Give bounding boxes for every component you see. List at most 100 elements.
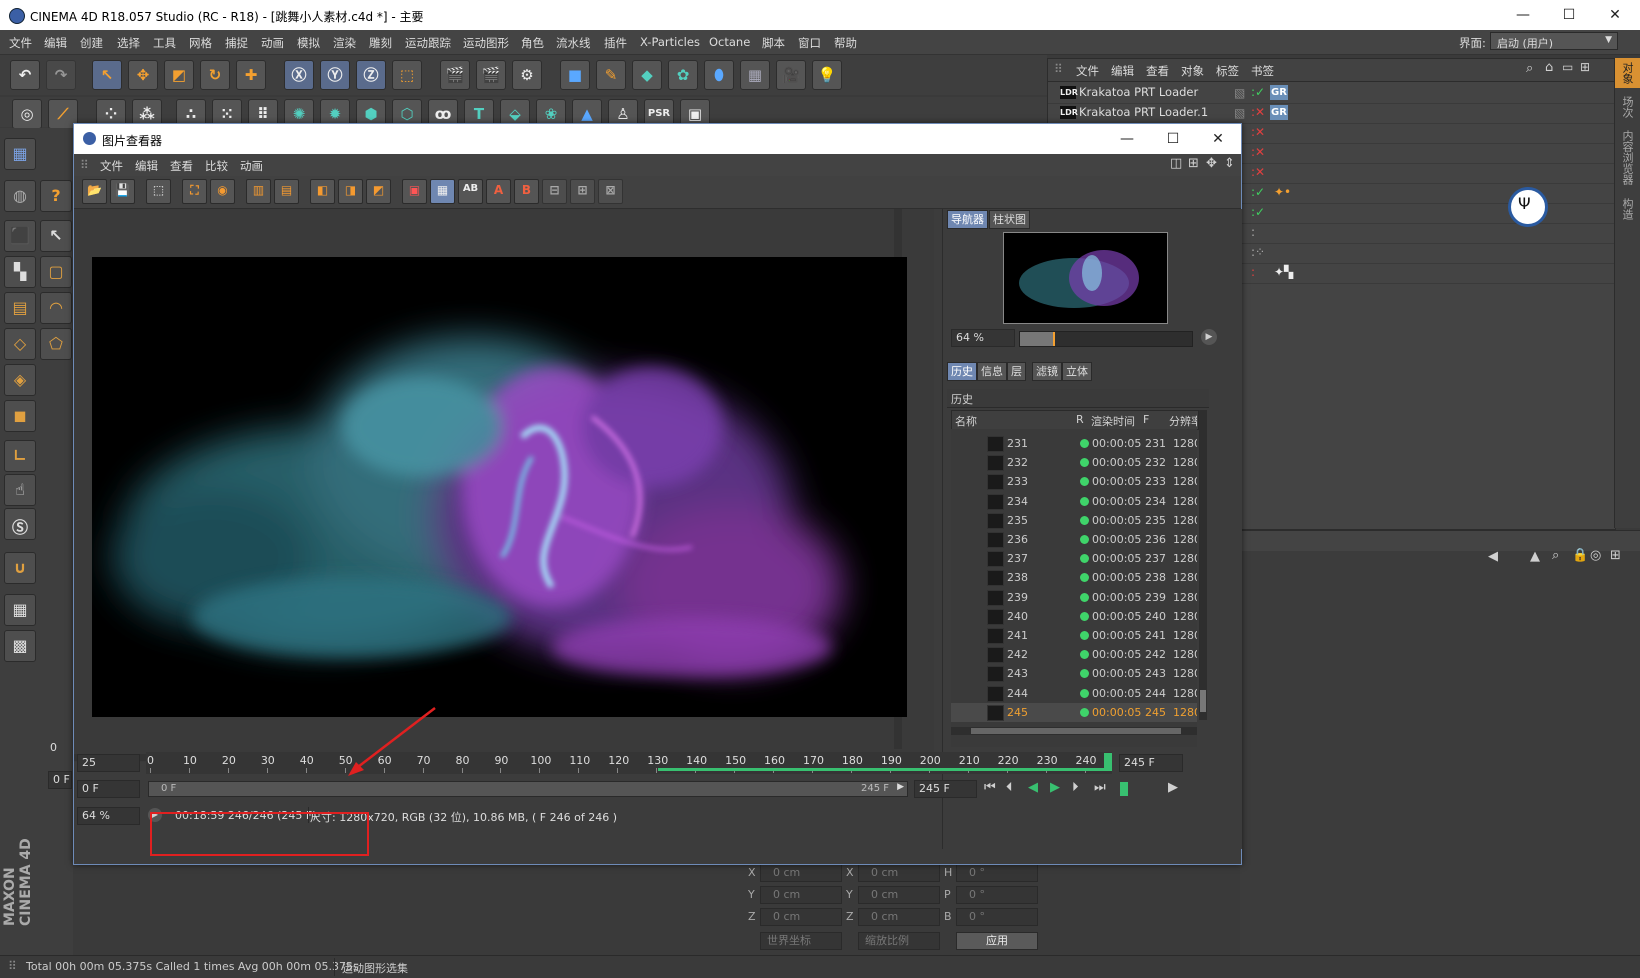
object-row[interactable]: LDR Krakatoa PRT Loader.1 ▧ :✕ GR: [1048, 103, 1615, 124]
menu-window[interactable]: 窗口: [798, 35, 821, 51]
menu-snap[interactable]: 捕捉: [225, 35, 248, 51]
menu-tools[interactable]: 工具: [153, 35, 176, 51]
lasso-select-icon[interactable]: ◠: [40, 292, 72, 324]
subdivision-surface-button[interactable]: ◆: [632, 60, 662, 90]
tab-stereo[interactable]: 立体: [1062, 362, 1092, 381]
live-select-button[interactable]: ↖: [92, 60, 122, 90]
new-window-icon[interactable]: ⊞: [1580, 60, 1590, 74]
menu-mograph[interactable]: 运动图形: [463, 35, 509, 51]
ab-icon[interactable]: AB: [458, 179, 483, 204]
loop-indicator[interactable]: [1120, 782, 1128, 796]
polygon-select-icon[interactable]: ⬠: [40, 328, 72, 360]
coord-mode-select[interactable]: 世界坐标: [760, 932, 842, 950]
tab-layers[interactable]: 层: [1007, 362, 1026, 381]
tab-content-browser[interactable]: 内容浏览器: [1619, 130, 1635, 185]
maximize-button[interactable]: ☐: [1546, 0, 1592, 30]
history-row[interactable]: 24100:00:052411280: [951, 626, 1197, 645]
size-z-field[interactable]: 0 cm: [858, 908, 940, 926]
timeline-ruler[interactable]: 0 10 20 30 40 50 60 70 80 90 100 110 120 130 140 150 160…: [146, 752, 1112, 774]
redo-button[interactable]: ↷: [46, 60, 76, 90]
menu-help[interactable]: 帮助: [834, 35, 857, 51]
size-x-field[interactable]: 0 cm: [858, 864, 940, 882]
start-frame-field[interactable]: 0 F: [77, 780, 140, 798]
up-arrow-icon[interactable]: ▲: [1530, 549, 1540, 564]
om-menu-file[interactable]: 文件: [1076, 63, 1099, 79]
home-icon[interactable]: ⌂: [1545, 60, 1553, 75]
history-row[interactable]: 24300:00:052431280: [951, 664, 1197, 683]
range-slider[interactable]: 0 F 245 F ▶: [148, 781, 908, 797]
history-row[interactable]: 24400:00:052441280: [951, 684, 1197, 703]
history-row[interactable]: 23800:00:052381280: [951, 568, 1197, 587]
fps-field[interactable]: 25: [77, 754, 140, 772]
render-view-button[interactable]: 🎬: [440, 60, 470, 90]
new-window-icon[interactable]: ⊞: [1610, 548, 1621, 563]
col-name[interactable]: 名称: [955, 413, 977, 429]
viewer-menu-compare[interactable]: 比较: [205, 158, 228, 174]
menu-pipeline[interactable]: 流水线: [556, 35, 591, 51]
rotate-tool-button[interactable]: ↻: [200, 60, 230, 90]
history-row[interactable]: 24000:00:052401280: [951, 607, 1197, 626]
frame-indicator-field[interactable]: 0 F: [48, 771, 72, 789]
help-icon[interactable]: ?: [40, 180, 72, 212]
set-a-icon[interactable]: A: [486, 179, 511, 204]
select-arrow-icon[interactable]: ↖: [40, 220, 72, 252]
pos-y-field[interactable]: 0 cm: [760, 886, 842, 904]
pos-z-field[interactable]: 0 cm: [760, 908, 842, 926]
deformer-button[interactable]: ⬮: [704, 60, 734, 90]
menu-octane[interactable]: Octane: [709, 35, 750, 49]
fullscreen-icon[interactable]: ⬚: [146, 179, 171, 204]
search-icon[interactable]: ⌕: [1552, 548, 1559, 563]
menu-mesh[interactable]: 网格: [189, 35, 212, 51]
history-row[interactable]: 23600:00:052361280: [951, 530, 1197, 549]
filter-icon[interactable]: ▭: [1562, 60, 1573, 74]
render-settings-button[interactable]: ⚙: [512, 60, 542, 90]
visibility-dots[interactable]: :⁘: [1251, 245, 1265, 259]
minimize-button[interactable]: —: [1500, 0, 1546, 30]
save-file-icon[interactable]: 💾: [110, 179, 135, 204]
camera-button[interactable]: 🎥: [776, 60, 806, 90]
swap-icon[interactable]: ⊟: [542, 179, 567, 204]
visibility-dots[interactable]: :✓: [1251, 185, 1265, 199]
z-axis-lock-button[interactable]: Ⓩ: [356, 60, 386, 90]
viewer-menu-file[interactable]: 文件: [100, 158, 123, 174]
scale-mode-select[interactable]: 缩放比例: [858, 932, 940, 950]
menu-simulate[interactable]: 模拟: [297, 35, 320, 51]
rot-p-field[interactable]: 0 °: [956, 886, 1038, 904]
size-y-field[interactable]: 0 cm: [858, 886, 940, 904]
navigator-zoom-slider[interactable]: [1019, 331, 1193, 347]
history-scroll-thumb[interactable]: [1200, 690, 1206, 712]
history-row[interactable]: 23200:00:052321280: [951, 453, 1197, 472]
timeline-playhead[interactable]: [1104, 753, 1112, 771]
tab-filter[interactable]: 滤镜: [1032, 362, 1062, 381]
pen-spline-button[interactable]: ✎: [596, 60, 626, 90]
menu-sculpt[interactable]: 雕刻: [369, 35, 392, 51]
points-mode-icon[interactable]: ◇: [4, 328, 36, 360]
om-menu-tags[interactable]: 标签: [1216, 63, 1239, 79]
history-row[interactable]: 23400:00:052341280: [951, 492, 1197, 511]
tweak-mode-icon[interactable]: ☝: [4, 474, 36, 506]
pos-x-field[interactable]: 0 cm: [760, 864, 842, 882]
viewer-maximize-button[interactable]: ☐: [1150, 124, 1196, 154]
history-row[interactable]: 23100:00:052311280: [951, 434, 1197, 453]
menu-animate[interactable]: 动画: [261, 35, 284, 51]
open-file-icon[interactable]: 📂: [82, 179, 107, 204]
visibility-dots[interactable]: :✕: [1251, 105, 1265, 119]
visibility-dots[interactable]: :✕: [1251, 165, 1265, 179]
go-to-start-icon[interactable]: ⏮: [984, 780, 996, 795]
tab-histogram[interactable]: 柱状图: [989, 210, 1030, 229]
set-b-icon[interactable]: B: [514, 179, 539, 204]
expand-icon[interactable]: ⇕: [1224, 156, 1235, 171]
rect-select-icon[interactable]: ▢: [40, 256, 72, 288]
range-end-field[interactable]: 245 F: [914, 780, 977, 798]
target-icon[interactable]: ◎: [1590, 548, 1601, 563]
navigator-zoom-handle[interactable]: [1053, 332, 1055, 346]
back-arrow-icon[interactable]: ◀: [1488, 549, 1498, 564]
end-frame-field[interactable]: 245 F: [1119, 754, 1183, 772]
tab-history[interactable]: 历史: [947, 362, 977, 381]
history-row[interactable]: 24200:00:052421280: [951, 645, 1197, 664]
rot-h-field[interactable]: 0 °: [956, 864, 1038, 882]
apply-button[interactable]: 应用: [956, 932, 1038, 950]
col-frame[interactable]: F: [1143, 413, 1149, 426]
menu-x-particles[interactable]: X-Particles: [640, 35, 700, 49]
om-menu-bookmarks[interactable]: 书签: [1251, 63, 1274, 79]
